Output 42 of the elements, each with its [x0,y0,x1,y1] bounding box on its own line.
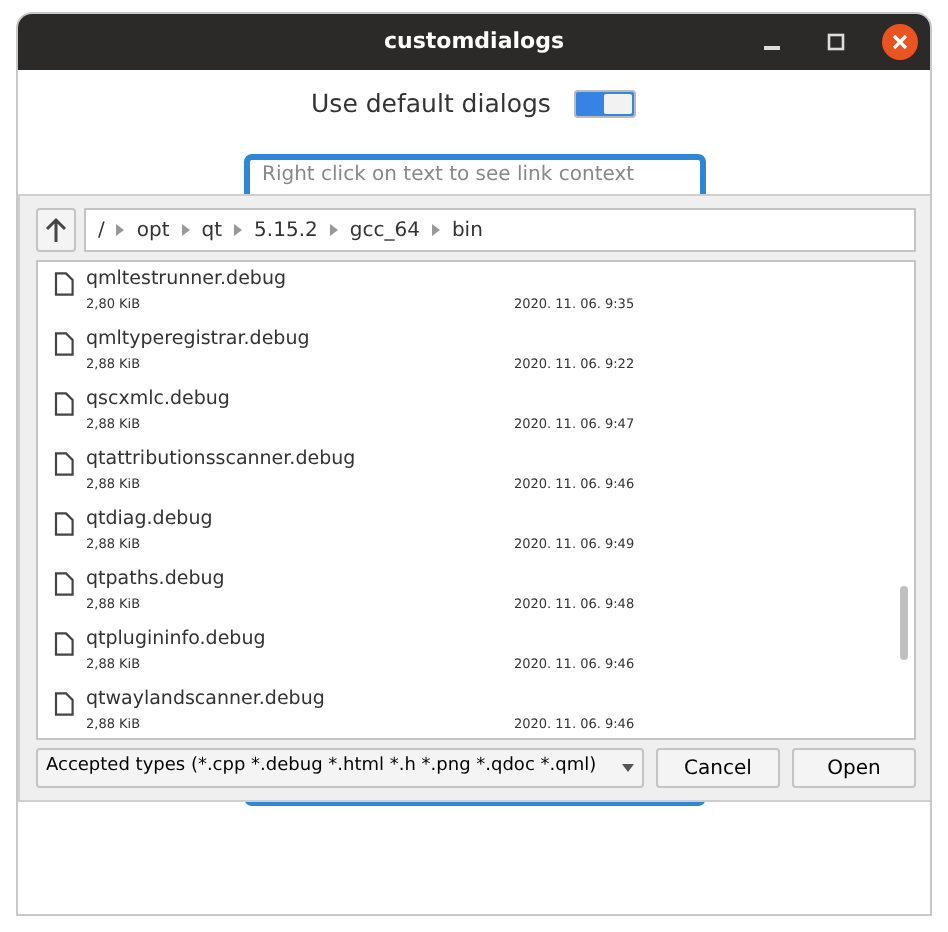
breadcrumb-link[interactable]: opt [136,215,170,245]
file-name[interactable]: qtattributionsscanner.debug [86,446,514,474]
up-button[interactable] [36,208,76,252]
minimize-icon [764,46,780,50]
file-name[interactable]: qmltyperegistrar.debug [86,326,514,354]
file-icon [54,272,74,296]
toggle-switch[interactable] [574,90,637,119]
separator-icon [234,224,243,236]
file-name[interactable]: qtplugininfo.debug [86,626,514,654]
file-icon [54,572,74,596]
breadcrumb-link[interactable]: / [98,215,105,245]
breadcrumb-link[interactable]: qt [201,215,223,245]
separator-icon [181,224,190,236]
breadcrumb-link[interactable]: 5.15.2 [254,215,318,245]
maximize-icon [826,32,846,52]
separator-icon [329,224,338,236]
filter-dropdown[interactable]: Accepted types (*.cpp *.debug *.html *.h *.png *.qdoc *.qml) [36,748,644,788]
file-icon [54,392,74,416]
file-name[interactable]: qmltestrunner.debug [86,266,514,294]
file-name[interactable]: qscxmlc.debug [86,386,514,414]
breadcrumb-link[interactable]: gcc_64 [349,215,420,245]
file-icon [54,452,74,476]
close-icon [890,32,910,52]
separator-icon [116,224,125,236]
file-icon [54,632,74,656]
file-name[interactable]: qtwaylandscanner.debug [86,686,514,714]
placeholder-text: Right click on text to see link context [262,164,637,188]
window-title: customdialogs [384,25,564,58]
up-arrow-icon [44,216,68,244]
dialog-button[interactable]: Cancel [656,748,780,788]
close-button[interactable] [882,24,918,60]
file-name[interactable]: qtdiag.debug [86,506,514,534]
scrollbar-thumb[interactable] [900,586,908,660]
breadcrumb-link[interactable]: bin [451,215,483,245]
separator-icon [431,224,440,236]
file-icon [54,332,74,356]
toggle-label: Use default dialogs [311,86,551,122]
file-icon [54,512,74,536]
caret-icon [622,764,634,772]
dialog-button[interactable]: Open [792,748,916,788]
file-icon [54,692,74,716]
file-name[interactable]: qtpaths.debug [86,566,514,594]
